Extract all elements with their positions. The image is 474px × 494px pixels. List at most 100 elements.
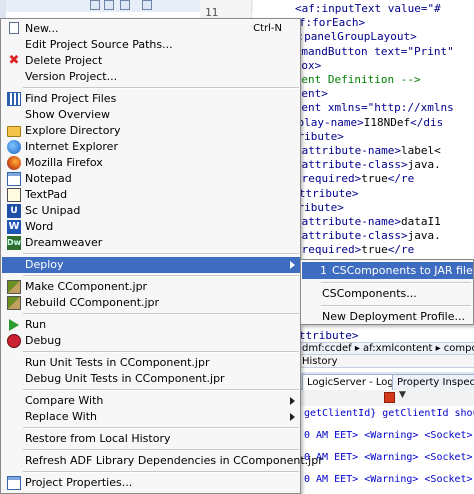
submenu-item-number: 1 <box>320 264 327 277</box>
log-line: getClientId} getClientId shou <box>304 408 474 419</box>
menu-item-debug-unit-tests-in-ccomponent-jpr[interactable]: Debug Unit Tests in CComponent.jpr <box>2 371 300 387</box>
menu-item-label: Project Properties... <box>25 476 133 489</box>
code-token: xmlns="http://xmlns <box>327 101 454 115</box>
menu-item-label: Make CComponent.jpr <box>25 280 148 293</box>
deploy-submenu: 1 CSComponents to JAR file CSComponents...… <box>300 259 474 325</box>
menu-separator <box>23 253 299 255</box>
menu-separator <box>23 87 299 89</box>
properties-icon <box>7 476 21 490</box>
code-token: <attribute-name> <box>295 144 401 157</box>
code-token: <attribute-name> <box>295 215 401 228</box>
code-token: true <box>361 243 388 257</box>
menu-item-refresh-adf-library-dependencies-in-ccomponent-jpr[interactable]: Refresh ADF Library Dependencies in CCom… <box>2 453 323 469</box>
submenu-item-label: New Deployment Profile... <box>322 310 465 323</box>
menu-item-explore-directory[interactable]: Explore Directory <box>2 123 300 139</box>
code-token: label< <box>400 144 441 157</box>
menu-item-label: Run <box>25 318 47 331</box>
submenu-item-new-deployment-profile[interactable]: New Deployment Profile... <box>302 308 473 325</box>
toolbar-find-icon[interactable] <box>104 0 114 10</box>
menu-item-label: Find Project Files <box>25 92 117 105</box>
menu-item-label: Compare With <box>25 394 104 407</box>
code-line: <attribute-name>dataI1 <box>295 215 441 229</box>
menu-item-compare-with[interactable]: Compare With <box>2 393 300 409</box>
breadcrumb-text[interactable]: dmf:ccdef ▸ af:xmlcontent ▸ compone <box>302 343 474 354</box>
menu-separator <box>23 275 299 277</box>
code-token: </dis <box>410 115 444 129</box>
menu-item-replace-with[interactable]: Replace With <box>2 409 300 425</box>
submenu-separator <box>321 305 471 307</box>
tab-server-log[interactable]: LogicServer - Log <box>302 374 399 390</box>
menu-item-textpad[interactable]: TextPad <box>2 187 300 203</box>
menu-item-make-ccomponent-jpr[interactable]: Make CComponent.jpr <box>2 279 300 295</box>
menu-item-label: Refresh ADF Library Dependencies in CCom… <box>25 454 323 467</box>
rebuild-icon <box>7 296 21 310</box>
menu-item-deploy[interactable]: Deploy <box>2 257 300 273</box>
log-line: 0 AM EET> <Warning> <Socket> < <box>304 430 474 441</box>
menu-item-sc-unipad[interactable]: U Sc Unipad <box>2 203 300 219</box>
log-toolbar: ▼ <box>300 390 474 406</box>
submenu-arrow-icon <box>290 397 295 405</box>
toolbar-options-icon[interactable] <box>142 0 152 10</box>
menu-item-label: Deploy <box>25 258 64 271</box>
chevron-down-icon[interactable]: ▼ <box>399 390 406 400</box>
menu-item-run[interactable]: Run <box>2 317 300 333</box>
notepad-icon <box>7 172 21 186</box>
tab-property-inspector[interactable]: Property Inspect <box>392 374 474 390</box>
menu-item-show-overview[interactable]: Show Overview <box>2 107 300 123</box>
menu-item-mozilla-firefox[interactable]: Mozilla Firefox <box>2 155 300 171</box>
menu-item-label: Version Project... <box>25 70 118 83</box>
submenu-item-cscomponents[interactable]: CSComponents... <box>302 285 473 302</box>
word-icon: W <box>7 220 21 234</box>
menu-item-edit-project-source-paths[interactable]: Edit Project Source Paths... <box>2 37 300 53</box>
submenu-arrow-icon <box>290 261 295 269</box>
menu-item-label: Explore Directory <box>25 124 121 137</box>
make-icon <box>7 280 21 294</box>
submenu-separator <box>321 282 471 284</box>
debug-icon <box>7 334 21 348</box>
toolbar-search-icon[interactable] <box>90 0 100 10</box>
menu-item-label: TextPad <box>25 188 68 201</box>
code-token: java. <box>407 229 441 243</box>
submenu-arrow-icon <box>290 413 295 421</box>
code-token: <required> <box>295 172 362 186</box>
binoculars-icon <box>7 92 21 106</box>
menu-item-debug[interactable]: Debug <box>2 333 300 349</box>
menu-item-label: Edit Project Source Paths... <box>25 38 173 51</box>
breadcrumb[interactable]: dmf:ccdef ▸ af:xmlcontent ▸ compone <box>300 342 474 355</box>
menu-item-word[interactable]: W Word <box>2 219 300 235</box>
menu-separator <box>23 449 299 451</box>
menu-item-project-properties[interactable]: Project Properties... <box>2 475 300 491</box>
menu-item-delete-project[interactable]: ✖ Delete Project <box>2 53 300 69</box>
code-token: text="Print" <box>374 44 454 58</box>
menu-item-internet-explorer[interactable]: Internet Explorer <box>2 139 300 155</box>
toolbar-filter-icon[interactable] <box>120 0 130 10</box>
menu-item-label: Delete Project <box>25 54 103 67</box>
menu-item-new[interactable]: New... Ctrl-N <box>2 21 300 37</box>
code-token: <af:inputText <box>295 2 388 15</box>
menu-item-run-unit-tests-in-ccomponent-jpr[interactable]: Run Unit Tests in CComponent.jpr <box>2 355 300 371</box>
menu-item-label: New... <box>25 22 59 35</box>
menu-item-restore-from-local-history[interactable]: Restore from Local History <box>2 431 300 447</box>
code-line: <attribute-name>label< <box>295 144 441 158</box>
menu-item-dreamweaver[interactable]: Dw Dreamweaver <box>2 235 300 251</box>
menu-item-label: Notepad <box>25 172 72 185</box>
code-token: </re <box>387 243 415 257</box>
menu-separator <box>23 427 299 429</box>
menu-item-label: Dreamweaver <box>25 236 103 249</box>
code-line: <attribute-class>java. <box>295 158 441 172</box>
menu-item-label: Debug Unit Tests in CComponent.jpr <box>25 372 225 385</box>
code-token: true <box>361 172 388 186</box>
menu-item-rebuild-ccomponent-jpr[interactable]: Rebuild CComponent.jpr <box>2 295 300 311</box>
code-line: <af:inputText value="# <box>295 2 441 16</box>
code-line: <attribute-class>java. <box>295 229 441 243</box>
menu-item-find-project-files[interactable]: Find Project Files <box>2 91 300 107</box>
code-token: java. <box>407 158 441 172</box>
submenu-item-cscomponents-to-jar-file[interactable]: 1 CSComponents to JAR file <box>302 262 473 279</box>
stop-icon[interactable] <box>384 392 395 403</box>
menu-item-version-project[interactable]: Version Project... <box>2 69 300 85</box>
code-token: <attribute-class> <box>295 229 408 243</box>
code-token: <required> <box>295 243 362 257</box>
history-tab[interactable]: History <box>300 355 474 368</box>
new-icon <box>9 22 19 34</box>
menu-item-notepad[interactable]: Notepad <box>2 171 300 187</box>
